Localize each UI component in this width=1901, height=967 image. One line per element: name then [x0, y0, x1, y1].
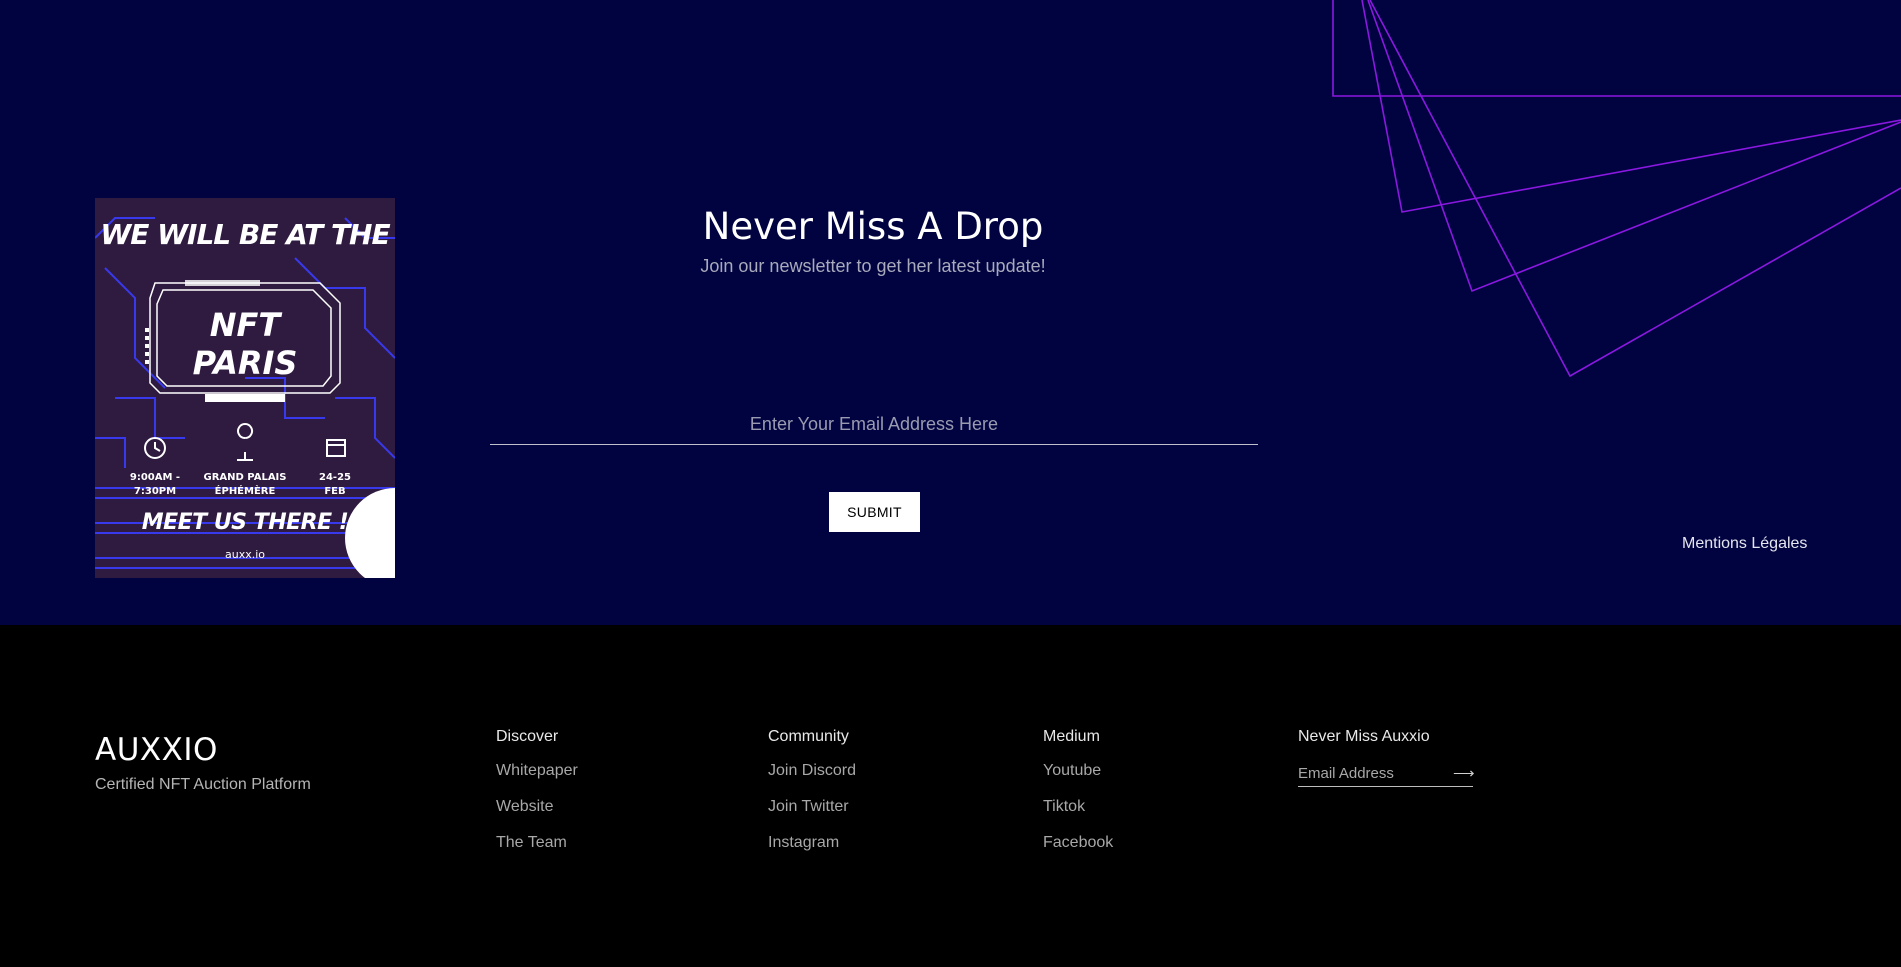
- footer-link-the-team[interactable]: The Team: [496, 833, 578, 869]
- footer-link-instagram[interactable]: Instagram: [768, 833, 856, 869]
- footer-column-community: Community Join Discord Join Twitter Inst…: [768, 728, 856, 869]
- newsletter-subtitle: Join our newsletter to get her latest up…: [700, 256, 1046, 276]
- footer-column-medium: Medium Youtube Tiktok Facebook: [1043, 728, 1113, 869]
- footer-link-tiktok[interactable]: Tiktok: [1043, 797, 1113, 833]
- arrow-right-icon[interactable]: ⟶: [1453, 764, 1475, 784]
- footer-email-input[interactable]: [1298, 762, 1448, 785]
- footer-subscribe: Never Miss Auxxio ⟶: [1298, 728, 1475, 787]
- footer-email-field: ⟶: [1298, 762, 1475, 787]
- poster-event-name: NFT PARIS: [192, 306, 298, 382]
- footer-subscribe-title: Never Miss Auxxio: [1298, 728, 1430, 745]
- brand-tagline: Certified NFT Auction Platform: [95, 776, 311, 793]
- event-poster: WE WILL BE AT THE NFT PARIS 9:00AM - 7:3…: [95, 198, 395, 578]
- submit-button[interactable]: SUBMIT: [829, 492, 920, 532]
- poster-date: 24-25 FEB: [319, 472, 351, 497]
- newsletter-section: WE WILL BE AT THE NFT PARIS 9:00AM - 7:3…: [0, 0, 1901, 625]
- footer-link-join-discord[interactable]: Join Discord: [768, 761, 856, 797]
- brand-logo[interactable]: AUXXIO: [95, 732, 218, 768]
- newsletter-email-input[interactable]: [490, 405, 1258, 445]
- footer-column-title: Community: [768, 728, 849, 745]
- poster-url: auxx.io: [224, 548, 265, 561]
- legal-notice-link[interactable]: Mentions Légales: [1682, 535, 1807, 553]
- poster-cta: MEET US THERE !: [141, 510, 349, 535]
- footer-column-title: Discover: [496, 728, 559, 745]
- footer-link-youtube[interactable]: Youtube: [1043, 761, 1113, 797]
- poster-time: 9:00AM - 7:30PM: [129, 472, 181, 497]
- newsletter-title: Never Miss A Drop: [702, 205, 1044, 248]
- footer-column-discover: Discover Whitepaper Website The Team: [496, 728, 578, 869]
- footer-link-website[interactable]: Website: [496, 797, 578, 833]
- footer-column-title: Medium: [1043, 728, 1100, 745]
- footer: AUXXIO Certified NFT Auction Platform Di…: [0, 625, 1901, 967]
- poster-venue: GRAND PALAIS ÉPHÉMÈRE: [203, 472, 287, 497]
- poster-headline: WE WILL BE AT THE: [100, 218, 390, 251]
- footer-link-join-twitter[interactable]: Join Twitter: [768, 797, 856, 833]
- footer-link-facebook[interactable]: Facebook: [1043, 833, 1113, 869]
- footer-link-whitepaper[interactable]: Whitepaper: [496, 761, 578, 797]
